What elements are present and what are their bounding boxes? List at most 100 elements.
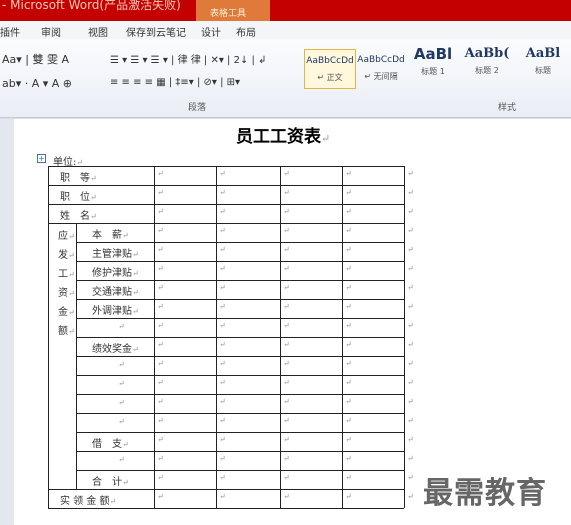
style-no-spacing[interactable]: AaBbCcDd ↵ 无间隔	[356, 49, 406, 87]
table-cell[interactable]: ↵	[345, 207, 352, 216]
table-cell[interactable]: ↵	[345, 188, 352, 197]
table-cell[interactable]: ↵	[407, 378, 414, 387]
table-cell[interactable]: ↵	[345, 397, 352, 406]
table-cell[interactable]: ↵	[283, 378, 290, 387]
table-cell[interactable]: ↵	[407, 169, 414, 178]
table-cell[interactable]: ↵	[283, 188, 290, 197]
table-cell[interactable]: ↵	[283, 283, 290, 292]
table-cell[interactable]: ↵	[345, 264, 352, 273]
table-cell[interactable]: ↵	[283, 207, 290, 216]
table-row-label[interactable]: 姓 名↵	[60, 207, 97, 222]
table-cell[interactable]: ↵	[283, 302, 290, 311]
table-cell[interactable]: ↵	[157, 169, 164, 178]
table-cell[interactable]: ↵	[157, 416, 164, 425]
tab-layout[interactable]: 布局	[236, 24, 256, 39]
table-cell[interactable]: ↵	[345, 226, 352, 235]
table-cell[interactable]: ↵	[219, 188, 226, 197]
table-cell[interactable]: ↵	[219, 245, 226, 254]
table-row-label[interactable]: 借 支↵	[92, 435, 129, 450]
table-cell[interactable]: ↵	[407, 264, 414, 273]
table-cell[interactable]: ↵	[157, 283, 164, 292]
table-cell[interactable]: ↵	[219, 340, 226, 349]
table-cell[interactable]: ↵	[407, 245, 414, 254]
table-cell[interactable]: ↵	[283, 397, 290, 406]
table-cell[interactable]: ↵	[407, 492, 414, 501]
table-cell[interactable]: ↵	[345, 245, 352, 254]
table-row-label[interactable]: 主管津贴↵	[92, 245, 139, 260]
table-cell[interactable]: ↵	[157, 397, 164, 406]
table-cell[interactable]: ↵	[345, 492, 352, 501]
table-row-label[interactable]: ↵	[118, 321, 125, 332]
table-cell[interactable]: ↵	[219, 378, 226, 387]
table-cell[interactable]: ↵	[219, 302, 226, 311]
table-cell[interactable]: ↵	[283, 454, 290, 463]
table-row-label[interactable]: 交通津贴↵	[92, 283, 139, 298]
table-row-label[interactable]: ↵	[118, 454, 125, 465]
table-cell[interactable]: ↵	[157, 378, 164, 387]
table-cell[interactable]: ↵	[345, 321, 352, 330]
tab-review[interactable]: 审阅	[41, 24, 61, 39]
table-cell[interactable]: ↵	[407, 359, 414, 368]
table-cell[interactable]: ↵	[283, 416, 290, 425]
font-tools-row-1[interactable]: Aa▾ | 雙 雯 A	[2, 51, 69, 67]
table-cell[interactable]: ↵	[157, 245, 164, 254]
tab-design[interactable]: 设计	[201, 24, 221, 39]
table-cell[interactable]: ↵	[219, 397, 226, 406]
table-cell[interactable]: ↵	[345, 454, 352, 463]
font-tools-row-2[interactable]: ab▾ · A ▾ A ⊕	[2, 77, 72, 90]
table-row-label[interactable]: 实 领 金 额↵	[60, 492, 116, 507]
table-cell[interactable]: ↵	[407, 283, 414, 292]
table-cell[interactable]: ↵	[157, 321, 164, 330]
table-cell[interactable]: ↵	[157, 302, 164, 311]
table-row-label[interactable]: 绩效奖金↵	[92, 340, 139, 355]
table-cell[interactable]: ↵	[219, 473, 226, 482]
table-row-label[interactable]: 修护津贴↵	[92, 264, 139, 279]
paragraph-tools-row-2[interactable]: ≡ ≡ ≡ ≡ ▦ | ‡≡▾ | ⊘▾ | ⊞▾	[110, 77, 240, 88]
paragraph-tools-row-1[interactable]: ☰ ▾ ☰ ▾ ☰ ▾ | 律 律 | ✕▾ | 2↓ | ↲	[110, 51, 266, 66]
table-cell[interactable]: ↵	[345, 359, 352, 368]
table-cell[interactable]: ↵	[219, 169, 226, 178]
table-cell[interactable]: ↵	[283, 321, 290, 330]
table-cell[interactable]: ↵	[157, 340, 164, 349]
table-cell[interactable]: ↵	[407, 473, 414, 482]
table-cell[interactable]: ↵	[407, 226, 414, 235]
style-heading-1[interactable]: AaBl 标题 1	[408, 45, 458, 87]
table-cell[interactable]: ↵	[157, 435, 164, 444]
table-move-handle-icon[interactable]: +	[37, 154, 46, 163]
table-cell[interactable]: ↵	[407, 188, 414, 197]
table-row-label[interactable]: 合 计↵	[92, 473, 129, 488]
table-cell[interactable]: ↵	[219, 454, 226, 463]
table-row-label[interactable]: 外调津贴↵	[92, 302, 139, 317]
table-row-label[interactable]: ↵	[118, 397, 125, 408]
table-cell[interactable]: ↵	[219, 283, 226, 292]
tab-save-to-cloud-notes[interactable]: 保存到云笔记	[126, 24, 186, 39]
table-row-label[interactable]: 职 等↵	[60, 169, 97, 184]
table-cell[interactable]: ↵	[157, 454, 164, 463]
table-cell[interactable]: ↵	[283, 492, 290, 501]
table-row-label[interactable]: 职 位↵	[60, 188, 97, 203]
table-cell[interactable]: ↵	[283, 169, 290, 178]
table-cell[interactable]: ↵	[219, 207, 226, 216]
table-cell[interactable]: ↵	[345, 169, 352, 178]
table-tools-context-tab[interactable]: 表格工具	[196, 0, 270, 21]
table-cell[interactable]: ↵	[407, 416, 414, 425]
style-heading-2[interactable]: AaBb( 标题 2	[460, 46, 514, 87]
table-cell[interactable]: ↵	[283, 473, 290, 482]
table-cell[interactable]: ↵	[345, 378, 352, 387]
table-cell[interactable]: ↵	[283, 435, 290, 444]
table-row-label[interactable]: ↵	[118, 359, 125, 370]
table-cell[interactable]: ↵	[407, 435, 414, 444]
table-cell[interactable]: ↵	[407, 340, 414, 349]
table-cell[interactable]: ↵	[219, 264, 226, 273]
style-title[interactable]: AaBl 标题	[516, 46, 570, 87]
table-row-label[interactable]: ↵	[118, 416, 125, 427]
table-cell[interactable]: ↵	[407, 397, 414, 406]
table-cell[interactable]: ↵	[219, 416, 226, 425]
tab-addins[interactable]: 插件	[0, 24, 20, 39]
table-cell[interactable]: ↵	[345, 283, 352, 292]
tab-view[interactable]: 视图	[88, 24, 108, 39]
table-cell[interactable]: ↵	[157, 264, 164, 273]
table-cell[interactable]: ↵	[345, 473, 352, 482]
table-cell[interactable]: ↵	[157, 473, 164, 482]
table-cell[interactable]: ↵	[283, 245, 290, 254]
